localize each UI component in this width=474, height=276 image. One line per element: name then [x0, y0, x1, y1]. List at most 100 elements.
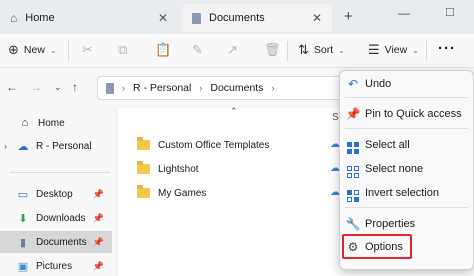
menu-item-invert-selection[interactable]: Invert selection — [341, 182, 472, 204]
menu-item-label: Invert selection — [365, 187, 439, 199]
sidebar-item-label: Documents — [36, 236, 87, 248]
copy-icon[interactable]: ⧉ — [118, 42, 127, 58]
menu-item-label: Undo — [365, 78, 392, 90]
sidebar-divider — [10, 172, 110, 173]
sidebar-item-pictures[interactable]: ▣ Pictures 📌 — [0, 255, 112, 276]
file-name: Lightshot — [158, 163, 199, 175]
sort-button[interactable]: ⇅ Sort ⌄ — [298, 41, 345, 59]
sort-label: Sort — [313, 44, 334, 56]
sidebar-item-home[interactable]: ⌂ Home — [0, 112, 112, 134]
select-none-icon — [341, 160, 365, 178]
document-icon — [106, 82, 114, 94]
sidebar-item-label: R - Personal — [36, 140, 92, 152]
sort-indicator-icon: ⌃ — [230, 106, 238, 116]
rename-icon[interactable]: ✎ — [192, 42, 203, 58]
toolbar-separator — [287, 41, 288, 61]
minimize-button[interactable]: — — [398, 6, 410, 20]
recent-locations-button[interactable]: ⌄ — [54, 82, 62, 93]
document-icon: ▮ — [19, 236, 27, 249]
chevron-right-icon[interactable]: › — [122, 83, 125, 93]
cut-icon[interactable]: ✂ — [82, 42, 93, 58]
maximize-button[interactable]: □ — [446, 4, 454, 19]
sidebar-item-label: Pictures — [36, 260, 73, 272]
table-row[interactable]: Custom Office Templates — [137, 135, 269, 155]
sidebar-item-documents[interactable]: ▮ Documents 📌 — [0, 231, 112, 253]
new-label: New — [23, 44, 45, 56]
menu-item-select-none[interactable]: Select none — [341, 158, 472, 180]
view-icon: ☰ — [368, 42, 380, 57]
menu-item-label: Select none — [365, 163, 424, 175]
folder-icon — [137, 137, 150, 150]
invert-selection-icon — [341, 184, 365, 202]
sidebar-item-r-personal[interactable]: › ☁ R - Personal — [0, 135, 112, 157]
plus-icon: ⊕ — [8, 42, 19, 57]
pin-icon: 📌 — [92, 188, 104, 199]
menu-item-label: Select all — [365, 139, 410, 151]
breadcrumb-r-personal[interactable]: R - Personal — [133, 82, 191, 94]
home-icon: ⌂ — [21, 117, 29, 129]
chevron-down-icon: ⌄ — [412, 45, 419, 55]
folder-icon — [137, 161, 150, 174]
sidebar-item-desktop[interactable]: ▭ Desktop 📌 — [0, 183, 112, 205]
toolbar-separator — [426, 41, 427, 61]
tab-home[interactable]: ⌂ Home ✕ — [0, 4, 178, 32]
sidebar-item-label: Desktop — [36, 188, 73, 200]
sidebar-item-label: Home — [38, 117, 65, 129]
breadcrumb-documents[interactable]: Documents — [210, 82, 263, 94]
cloud-icon: ☁ — [17, 140, 29, 153]
chevron-right-icon[interactable]: › — [271, 83, 274, 93]
back-button[interactable]: ← — [6, 80, 18, 94]
menu-divider — [345, 128, 468, 129]
menu-item-pin-to-quick-access[interactable]: 📌 Pin to Quick access — [341, 103, 472, 125]
table-row[interactable]: My Games — [137, 183, 206, 203]
menu-item-undo[interactable]: ↶ Undo — [341, 73, 472, 95]
picture-icon: ▣ — [17, 260, 29, 273]
desktop-icon: ▭ — [17, 188, 29, 201]
menu-item-select-all[interactable]: Select all — [341, 134, 472, 156]
pin-icon: 📌 — [92, 260, 104, 271]
new-tab-button[interactable]: + — [344, 8, 353, 25]
forward-button[interactable]: → — [30, 80, 42, 94]
share-icon[interactable]: ↗ — [227, 42, 238, 58]
column-header-status[interactable]: S — [332, 112, 339, 123]
sidebar-item-downloads[interactable]: ⬇ Downloads 📌 — [0, 207, 112, 229]
view-button[interactable]: ☰ View ⌄ — [368, 41, 419, 59]
undo-icon: ↶ — [347, 77, 359, 91]
more-options-button[interactable]: ··· — [438, 40, 456, 57]
file-name: Custom Office Templates — [158, 139, 270, 151]
pin-icon: 📌 — [92, 212, 104, 223]
menu-divider — [345, 97, 468, 98]
chevron-down-icon: ⌄ — [338, 45, 345, 55]
paste-icon[interactable]: 📋 — [155, 42, 171, 58]
delete-icon[interactable]: 🗑 — [264, 42, 281, 58]
menu-item-properties[interactable]: 🔧 Properties — [341, 213, 472, 235]
sort-icon: ⇅ — [298, 42, 309, 57]
select-all-icon — [341, 136, 365, 154]
tab-documents[interactable]: Documents ✕ — [182, 4, 332, 32]
table-row[interactable]: Lightshot — [137, 159, 199, 179]
folder-icon — [137, 185, 150, 198]
up-button[interactable]: ↑ — [72, 80, 78, 94]
download-icon: ⬇ — [18, 212, 28, 225]
pin-icon: 📌 — [345, 107, 361, 121]
pin-icon: 📌 — [92, 236, 104, 247]
file-name: My Games — [158, 187, 207, 199]
chevron-right-icon[interactable]: › — [4, 141, 16, 151]
menu-item-label: Properties — [365, 218, 416, 230]
menu-item-label: Pin to Quick access — [365, 108, 462, 120]
view-label: View — [384, 44, 408, 56]
tab-label: Documents — [209, 12, 265, 24]
home-icon: ⌂ — [10, 11, 18, 25]
sidebar-item-label: Downloads — [36, 212, 86, 224]
toolbar-separator — [68, 41, 69, 61]
new-button[interactable]: ⊕ New ⌄ — [8, 41, 57, 59]
menu-divider — [345, 207, 468, 208]
tab-label: Home — [25, 12, 55, 24]
document-icon — [192, 12, 201, 24]
chevron-right-icon[interactable]: › — [199, 83, 202, 93]
properties-icon: 🔧 — [345, 217, 361, 231]
address-bar[interactable]: › R - Personal › Documents › — [97, 76, 362, 100]
close-icon[interactable]: ✕ — [158, 11, 168, 25]
close-icon[interactable]: ✕ — [312, 11, 322, 25]
options-highlight-box — [342, 234, 412, 259]
